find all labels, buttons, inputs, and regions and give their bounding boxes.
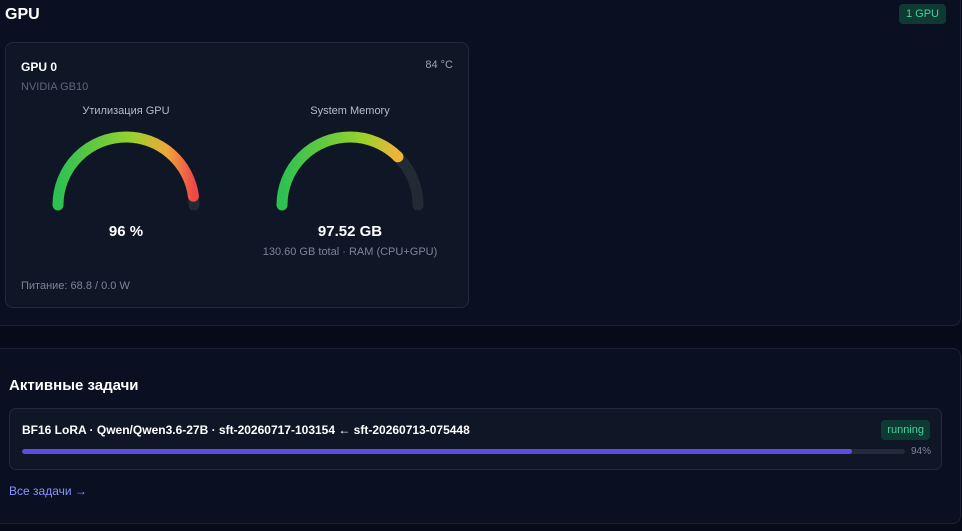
gpu-utilization-gauge-fill <box>52 131 200 211</box>
system-memory-gauge-fill <box>276 131 424 211</box>
system-memory-subtext: 130.60 GB total · RAM (CPU+GPU) <box>262 246 438 258</box>
task-name: BF16 LoRA · Qwen/Qwen3.6-27B · sft-20260… <box>22 423 470 437</box>
system-memory-value: 97.52 GB <box>317 223 383 240</box>
gpu-utilization-gauge: Утилизация GPU 96 % <box>26 105 226 240</box>
all-tasks-link[interactable]: Все задачи → <box>9 484 87 498</box>
gpu-panel-title: GPU <box>5 6 40 23</box>
system-memory-gauge-track <box>276 131 424 211</box>
gpu-model: NVIDIA GB10 <box>21 81 89 93</box>
gpu-utilization-gauge-svg <box>52 131 200 211</box>
active-tasks-title: Активные задачи <box>9 377 139 394</box>
gpu-name: GPU 0 <box>21 60 58 74</box>
gpu-temperature: 84 °C <box>425 59 453 71</box>
gpu-utilization-value: 96 % <box>108 223 144 240</box>
task-status-badge: running <box>881 420 930 440</box>
system-memory-gauge-svg <box>276 131 424 211</box>
task-progress-fill <box>22 449 853 454</box>
gpu-utilization-gauge-track <box>52 131 200 211</box>
active-tasks-panel: Активные задачи BF16 LoRA · Qwen/Qwen3.6… <box>0 348 961 524</box>
task-progress-track <box>22 449 905 454</box>
gpu-card: GPU 0 NVIDIA GB10 84 °C Утилизация GPU 9… <box>5 42 469 308</box>
task-item[interactable]: BF16 LoRA · Qwen/Qwen3.6-27B · sft-20260… <box>9 408 942 470</box>
gpu-count-badge: 1 GPU <box>898 4 946 24</box>
system-memory-gauge: System Memory 97.52 GB 130.60 GB total ·… <box>250 105 450 258</box>
task-progress-percent: 94% <box>910 446 931 457</box>
system-memory-label: System Memory <box>310 105 390 117</box>
gpu-panel: GPU 1 GPU GPU 0 NVIDIA GB10 84 °C Утилиз… <box>0 0 961 326</box>
gpu-power: Питание: 68.8 / 0.0 W <box>21 280 130 292</box>
gpu-utilization-label: Утилизация GPU <box>82 105 170 117</box>
